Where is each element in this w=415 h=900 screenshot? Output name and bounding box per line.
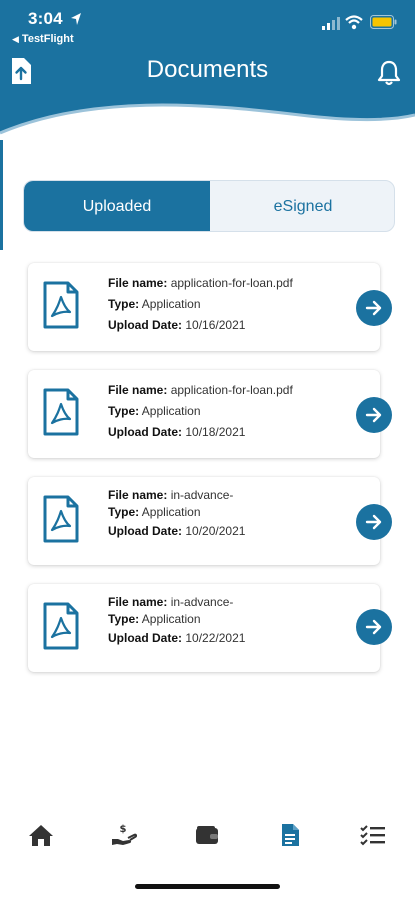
upload-date-value: 10/20/2021 bbox=[185, 524, 246, 538]
file-name-line: File name: application-for-loan.pdf bbox=[108, 276, 293, 290]
type-line: Type: Application bbox=[108, 612, 201, 626]
document-card[interactable]: File name: in-advance- Type: Application… bbox=[28, 477, 380, 565]
pdf-file-icon bbox=[43, 495, 79, 543]
file-name-value: application-for-loan.pdf bbox=[170, 276, 293, 290]
bottom-navigation: $ bbox=[0, 805, 415, 865]
home-icon bbox=[29, 825, 53, 846]
upload-date-value: 10/18/2021 bbox=[185, 425, 246, 439]
page-title: Documents bbox=[146, 56, 269, 83]
nav-documents[interactable] bbox=[270, 815, 310, 855]
open-document-button[interactable] bbox=[356, 290, 392, 326]
arrow-right-icon bbox=[365, 514, 382, 530]
status-bar: 3:04 ◀ TestFlight bbox=[0, 0, 415, 50]
battery-icon bbox=[370, 15, 397, 29]
type-value: Application bbox=[141, 297, 201, 311]
document-details: File name: in-advance- Type: Application… bbox=[108, 487, 358, 542]
type-value: Application bbox=[141, 404, 201, 418]
nav-home[interactable] bbox=[21, 815, 61, 855]
upload-date-line: Upload Date: 10/22/2021 bbox=[108, 631, 246, 645]
file-name-line: File name: in-advance- bbox=[108, 488, 234, 502]
location-arrow-icon bbox=[71, 13, 81, 25]
checklist-icon bbox=[360, 825, 385, 846]
file-name-value: in-advance- bbox=[170, 488, 234, 502]
nav-wallet[interactable] bbox=[187, 815, 227, 855]
upload-date-line: Upload Date: 10/16/2021 bbox=[108, 318, 246, 332]
document-card[interactable]: File name: application-for-loan.pdf Type… bbox=[28, 370, 380, 458]
document-details: File name: in-advance- Type: Application… bbox=[108, 594, 358, 649]
document-tabs: Uploaded eSigned bbox=[23, 180, 395, 232]
tab-esigned[interactable]: eSigned bbox=[210, 181, 394, 231]
left-accent-bar bbox=[0, 140, 3, 250]
document-card[interactable]: File name: application-for-loan.pdf Type… bbox=[28, 263, 380, 351]
type-value: Application bbox=[141, 612, 201, 626]
file-name-value: in-advance- bbox=[170, 595, 234, 609]
open-document-button[interactable] bbox=[356, 504, 392, 540]
document-details: File name: application-for-loan.pdf Type… bbox=[108, 273, 358, 336]
bell-icon[interactable] bbox=[377, 60, 401, 86]
document-card[interactable]: File name: in-advance- Type: Application… bbox=[28, 584, 380, 672]
open-document-button[interactable] bbox=[356, 609, 392, 645]
arrow-right-icon bbox=[365, 619, 382, 635]
status-time: 3:04 bbox=[28, 9, 63, 28]
upload-date-value: 10/22/2021 bbox=[185, 631, 246, 645]
tab-uploaded[interactable]: Uploaded bbox=[24, 181, 210, 231]
arrow-right-icon bbox=[365, 407, 382, 423]
upload-date-line: Upload Date: 10/20/2021 bbox=[108, 524, 246, 538]
pdf-file-icon bbox=[43, 602, 79, 650]
type-line: Type: Application bbox=[108, 404, 201, 418]
back-triangle-icon: ◀ bbox=[12, 34, 19, 44]
svg-text:$: $ bbox=[120, 824, 127, 835]
upload-date-line: Upload Date: 10/18/2021 bbox=[108, 425, 246, 439]
home-indicator[interactable] bbox=[135, 884, 280, 889]
file-name-value: application-for-loan.pdf bbox=[170, 383, 293, 397]
back-app-label: TestFlight bbox=[21, 33, 74, 45]
arrow-right-icon bbox=[365, 300, 382, 316]
file-name-line: File name: application-for-loan.pdf bbox=[108, 383, 293, 397]
open-document-button[interactable] bbox=[356, 397, 392, 433]
document-details: File name: application-for-loan.pdf Type… bbox=[108, 380, 358, 443]
hand-dollar-icon: $ bbox=[112, 824, 137, 845]
type-line: Type: Application bbox=[108, 297, 201, 311]
wifi-icon bbox=[345, 15, 363, 30]
wallet-icon bbox=[196, 826, 218, 844]
cellular-signal-icon bbox=[322, 17, 340, 30]
file-name-line: File name: in-advance- bbox=[108, 595, 234, 609]
pdf-file-icon bbox=[43, 388, 79, 436]
type-value: Application bbox=[141, 505, 201, 519]
header-wave bbox=[0, 103, 415, 155]
document-icon bbox=[282, 824, 299, 846]
type-line: Type: Application bbox=[108, 505, 201, 519]
pdf-file-icon bbox=[43, 281, 79, 329]
back-to-app-link[interactable]: ◀ TestFlight bbox=[12, 33, 74, 45]
nav-loans[interactable]: $ bbox=[104, 815, 144, 855]
nav-checklist[interactable] bbox=[353, 815, 393, 855]
upload-date-value: 10/16/2021 bbox=[185, 318, 246, 332]
